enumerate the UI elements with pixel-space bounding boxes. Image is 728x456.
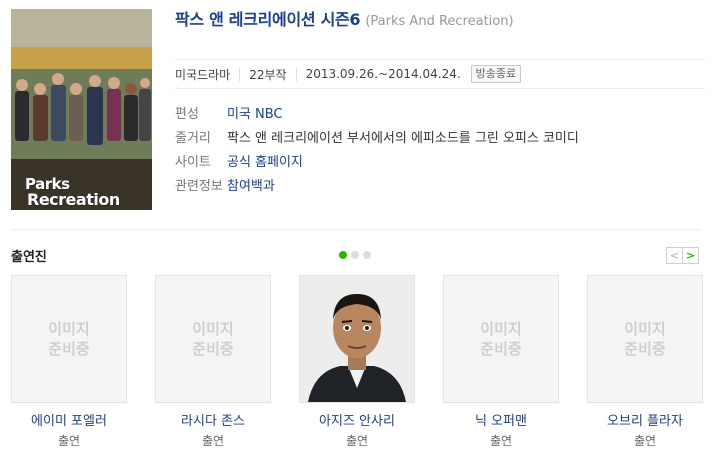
cast-photo-placeholder[interactable]: 이미지 준비중 [443,275,559,403]
cast-name-link[interactable]: 에이미 포엘러 [11,410,127,429]
poster-title: Parks Recreation [25,177,120,209]
cast-role: 출연 [201,434,225,448]
cast-card[interactable]: 이미지 준비중 오브리 플라자 출연 [587,275,703,449]
placeholder-text: 이미지 준비중 [624,320,666,358]
meta-row: 미국드라마 22부작 2013.09.26.~2014.04.24. 방송종료 [175,59,705,89]
cast-name-link[interactable]: 오브리 플라자 [587,410,703,429]
cast-name-link[interactable]: 라시다 존스 [155,410,271,429]
cast-card[interactable]: 이미지 준비중 닉 오퍼맨 출연 [443,275,559,449]
cast-card[interactable]: 아지즈 안사리 출연 [299,275,415,449]
cast-role: 출연 [345,434,369,448]
cast-card[interactable]: 이미지 준비중 라시다 존스 출연 [155,275,271,449]
info-key: 사이트 [175,154,211,170]
broadcast-dates: 2013.09.26.~2014.04.24. [305,67,461,81]
title-english: (Parks And Recreation) [365,14,514,29]
cast-list: 이미지 준비중 에이미 포엘러 출연 이미지 준비중 라시다 존스 출연 아지즈… [11,275,703,449]
info-row-synopsis: 줄거리 팍스 앤 레크리에이션 부서에서의 에피소드를 그린 오피스 코미디 [175,124,705,148]
show-poster[interactable]: Parks Recreation [11,9,152,210]
next-arrow-icon[interactable]: > [682,247,699,264]
info-key: 편성 [175,106,199,122]
official-site-link[interactable]: 공식 홈페이지 [227,151,303,170]
meta-divider [239,67,241,81]
info-row-site: 사이트 공식 홈페이지 [175,148,705,172]
cast-role: 출연 [633,434,657,448]
cast-name-link[interactable]: 닉 오퍼맨 [443,410,559,429]
prev-arrow-icon[interactable]: < [666,247,683,264]
cast-photo-placeholder[interactable]: 이미지 준비중 [587,275,703,403]
info-row-network: 편성 미국 NBC [175,100,705,124]
section-divider [11,229,700,230]
placeholder-text: 이미지 준비중 [192,320,234,358]
episode-count: 22부작 [249,67,287,82]
carousel-nav: < > [666,247,699,264]
cast-role: 출연 [489,434,513,448]
network-link[interactable]: 미국 NBC [227,103,283,122]
poster-title-line2: Recreation [27,190,120,209]
status-badge: 방송종료 [470,65,522,83]
cast-role: 출연 [57,434,81,448]
title-korean[interactable]: 팍스 앤 레크리에이션 시즌6 [175,10,361,29]
carousel-dot-3[interactable] [363,251,371,259]
info-key: 줄거리 [175,130,211,146]
cast-photo-placeholder[interactable]: 이미지 준비중 [155,275,271,403]
cast-section-title: 출연진 [11,250,47,265]
placeholder-text: 이미지 준비중 [48,320,90,358]
synopsis-text: 팍스 앤 레크리에이션 부서에서의 에피소드를 그린 오피스 코미디 [227,130,579,146]
placeholder-text: 이미지 준비중 [480,320,522,358]
cast-photo-placeholder[interactable]: 이미지 준비중 [11,275,127,403]
encyclopedia-link[interactable]: 참여백과 [227,175,275,194]
carousel-indicator [339,251,371,259]
genre-text: 미국드라마 [175,67,231,82]
cast-photo[interactable] [299,275,415,403]
cast-name-link[interactable]: 아지즈 안사리 [299,410,415,429]
carousel-dot-1[interactable] [339,251,347,259]
actor-portrait-image [300,276,414,402]
info-list: 편성 미국 NBC 줄거리 팍스 앤 레크리에이션 부서에서의 에피소드를 그린… [175,100,705,196]
meta-divider [295,67,297,81]
carousel-dot-2[interactable] [351,251,359,259]
info-row-related: 관련정보 참여백과 [175,172,705,196]
info-key: 관련정보 [175,178,223,194]
cast-card[interactable]: 이미지 준비중 에이미 포엘러 출연 [11,275,127,449]
page-title: 팍스 앤 레크리에이션 시즌6 (Parks And Recreation) [175,9,695,33]
